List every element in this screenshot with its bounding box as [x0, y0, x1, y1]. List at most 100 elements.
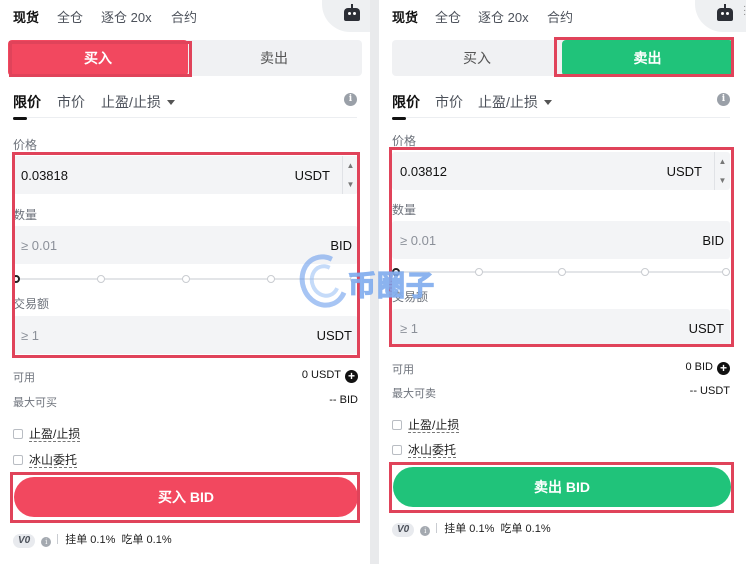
decrease-icon[interactable]: ▼ — [715, 171, 730, 190]
tab-stop-limit[interactable]: 止盈/止损 — [478, 92, 552, 112]
total-input[interactable] — [392, 309, 662, 347]
amount-slider[interactable] — [392, 266, 730, 278]
tab-stop-limit[interactable]: 止盈/止损 — [101, 92, 175, 112]
tab-spot[interactable]: 现货 — [13, 7, 39, 26]
decrease-icon[interactable]: ▼ — [343, 175, 358, 194]
tab-cross-margin[interactable]: 全仓 — [57, 7, 83, 26]
available-value: 0 BID + — [685, 361, 730, 375]
tpsl-checkbox-row[interactable]: 止盈/止损 — [13, 425, 81, 442]
info-icon[interactable]: i — [41, 537, 52, 547]
side-toggle: 买入 卖出 — [8, 40, 362, 76]
total-unit: USDT — [316, 328, 352, 343]
amount-input-box: BID — [13, 226, 358, 264]
fee-row: V0 i 挂单 0.1% 吃单 0.1% — [392, 520, 551, 537]
increase-icon[interactable]: ▲ — [715, 152, 730, 171]
tab-futures[interactable]: 合约 — [171, 7, 197, 26]
total-input[interactable] — [13, 316, 293, 354]
tab-futures[interactable]: 合约 — [547, 7, 573, 26]
slider-node-50[interactable] — [182, 275, 190, 283]
slider-node-25[interactable] — [475, 268, 483, 276]
buy-side-button[interactable]: 买入 — [8, 40, 188, 76]
tab-market[interactable]: 市价 — [435, 92, 463, 112]
fee-row: V0 i 挂单 0.1% 吃单 0.1% — [13, 531, 172, 548]
checkbox-icon[interactable] — [392, 420, 402, 430]
maker-fee: 挂单 0.1% — [444, 523, 495, 535]
robot-icon — [717, 4, 733, 21]
tab-limit[interactable]: 限价 — [392, 92, 420, 120]
slider-node-0[interactable] — [12, 275, 20, 283]
amount-slider[interactable] — [12, 273, 358, 285]
vip-level-badge[interactable]: V0 — [13, 534, 36, 548]
sell-submit-button[interactable]: 卖出 BID — [393, 467, 731, 507]
sell-panel: 现货 全仓 逐仓 20x 合约 ··· 买入 卖出 限价 市价 止盈/止损 i … — [379, 0, 746, 564]
buy-panel: 现货 全仓 逐仓 20x 合约 ··· 买入 卖出 限价 市价 止盈/止损 i … — [0, 0, 370, 564]
total-label: 交易额 — [392, 290, 429, 304]
vip-level-badge[interactable]: V0 — [392, 523, 415, 537]
available-label: 可用 — [392, 364, 414, 376]
buy-side-button[interactable]: 买入 — [392, 40, 562, 76]
maker-fee: 挂单 0.1% — [65, 534, 116, 546]
divider — [57, 534, 59, 544]
iceberg-checkbox-row[interactable]: 冰山委托 — [13, 451, 78, 468]
tpsl-checkbox-label: 止盈/止损 — [29, 427, 81, 442]
info-icon[interactable]: i — [344, 93, 357, 106]
increase-icon[interactable]: ▲ — [343, 156, 358, 175]
amount-label: 数量 — [13, 208, 38, 222]
available-row: 可用 0 USDT + — [13, 369, 358, 385]
tab-isolated-margin[interactable]: 逐仓 20x — [478, 7, 529, 26]
tab-spot[interactable]: 现货 — [392, 7, 418, 26]
slider-node-75[interactable] — [641, 268, 649, 276]
slider-node-25[interactable] — [97, 275, 105, 283]
tpsl-checkbox-label: 止盈/止损 — [408, 418, 460, 433]
taker-fee: 吃单 0.1% — [121, 534, 172, 546]
price-input[interactable] — [13, 156, 283, 194]
market-type-tabs: 现货 全仓 逐仓 20x 合约 ··· — [0, 0, 370, 32]
info-icon[interactable]: i — [420, 526, 431, 536]
checkbox-icon[interactable] — [13, 455, 23, 465]
tab-market[interactable]: 市价 — [57, 92, 85, 112]
price-stepper: ▲ ▼ — [342, 156, 358, 194]
plus-icon[interactable]: + — [717, 362, 730, 375]
sell-side-button[interactable]: 卖出 — [188, 40, 360, 76]
slider-node-100[interactable] — [350, 275, 358, 283]
taker-fee: 吃单 0.1% — [500, 523, 551, 535]
amount-unit: BID — [702, 233, 724, 248]
checkbox-icon[interactable] — [13, 429, 23, 439]
max-sell-value: -- USDT — [689, 385, 730, 397]
slider-node-50[interactable] — [558, 268, 566, 276]
max-buy-row: 最大可买 -- BID — [13, 394, 358, 410]
tab-limit[interactable]: 限价 — [13, 92, 41, 120]
max-sell-label: 最大可卖 — [392, 388, 436, 400]
amount-input[interactable] — [392, 221, 662, 259]
trading-bot-button[interactable]: ··· — [322, 0, 370, 32]
trading-bot-button[interactable]: ··· — [695, 0, 746, 32]
checkbox-icon[interactable] — [392, 445, 402, 455]
total-input-box: USDT — [13, 316, 358, 354]
slider-node-0[interactable] — [392, 268, 400, 276]
tab-stop-limit-label: 止盈/止损 — [478, 94, 538, 110]
market-type-tabs: 现货 全仓 逐仓 20x 合约 ··· — [379, 0, 746, 32]
iceberg-checkbox-label: 冰山委托 — [29, 453, 78, 468]
price-input-box: USDT ▲ ▼ — [13, 156, 358, 194]
slider-node-75[interactable] — [267, 275, 275, 283]
divider — [436, 523, 438, 533]
price-label: 价格 — [13, 138, 38, 152]
buy-submit-button[interactable]: 买入 BID — [14, 477, 358, 517]
price-unit: USDT — [666, 164, 702, 179]
price-unit: USDT — [294, 168, 330, 183]
tpsl-checkbox-row[interactable]: 止盈/止损 — [392, 416, 460, 433]
price-input[interactable] — [392, 152, 652, 190]
tab-stop-limit-label: 止盈/止损 — [101, 94, 161, 110]
slider-node-100[interactable] — [722, 268, 730, 276]
order-type-tabs: 限价 市价 止盈/止损 i — [13, 88, 357, 120]
amount-input[interactable] — [13, 226, 293, 264]
info-icon[interactable]: i — [717, 93, 730, 106]
plus-icon[interactable]: + — [345, 370, 358, 383]
available-label: 可用 — [13, 372, 35, 384]
price-stepper: ▲ ▼ — [714, 152, 730, 190]
total-label: 交易额 — [13, 297, 50, 311]
iceberg-checkbox-row[interactable]: 冰山委托 — [392, 441, 457, 458]
tab-isolated-margin[interactable]: 逐仓 20x — [101, 7, 152, 26]
sell-side-button[interactable]: 卖出 — [562, 40, 733, 76]
tab-cross-margin[interactable]: 全仓 — [435, 7, 461, 26]
